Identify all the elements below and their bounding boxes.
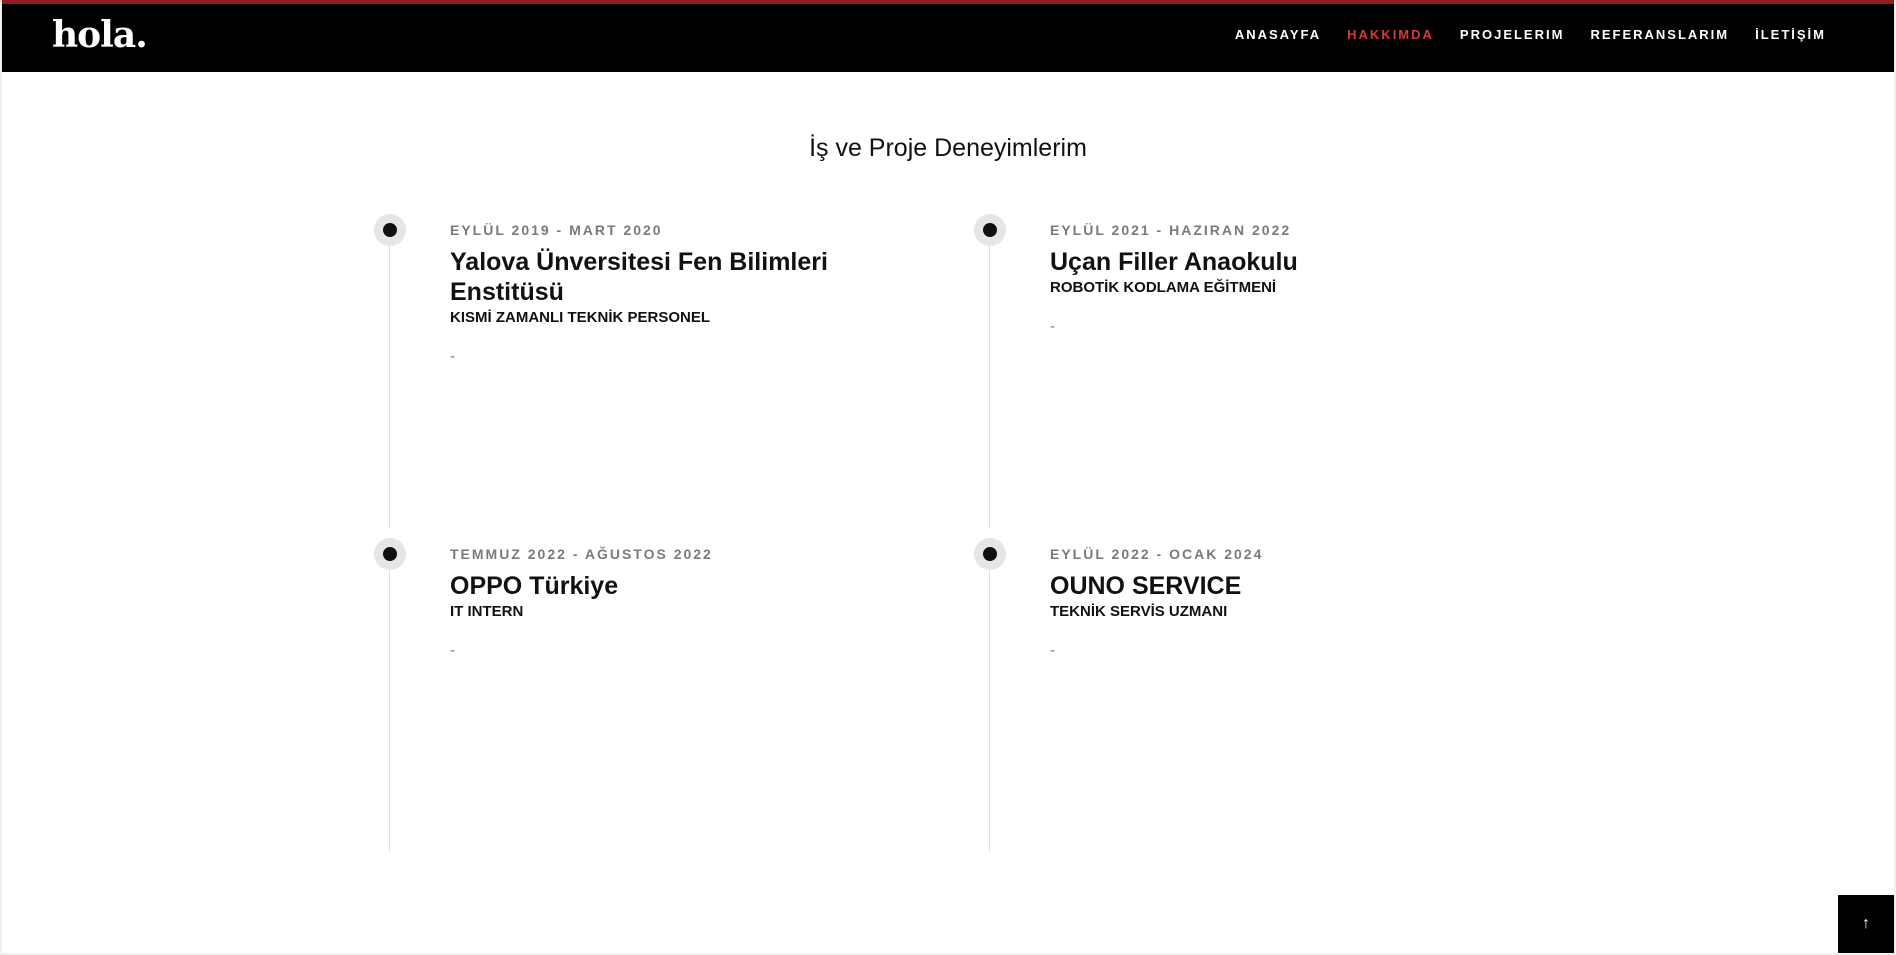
- timeline-date: EYLÜL 2019 - MART 2020: [450, 222, 663, 238]
- timeline-company: Uçan Filler Anaokulu: [1050, 248, 1298, 276]
- scroll-to-top-button[interactable]: ↑: [1838, 895, 1894, 953]
- timeline-role: TEKNİK SERVİS UZMANI: [1050, 603, 1228, 620]
- timeline-role: ROBOTİK KODLAMA EĞİTMENİ: [1050, 279, 1277, 296]
- timeline-date: EYLÜL 2021 - HAZIRAN 2022: [1050, 222, 1292, 238]
- timeline-date: EYLÜL 2022 - OCAK 2024: [1050, 546, 1264, 562]
- site-logo[interactable]: hola.: [52, 14, 148, 56]
- top-navbar: hola. ANASAYFA HAKKIMDA PROJELERIM REFER…: [2, 0, 1894, 72]
- timeline-dot-icon: [974, 538, 1006, 570]
- timeline-dot-icon: [974, 214, 1006, 246]
- timeline-content: EYLÜL 2022 - OCAK 2024 OUNO SERVICE TEKN…: [1050, 546, 1490, 659]
- nav-anasayfa[interactable]: ANASAYFA: [1235, 27, 1321, 42]
- timeline-date: TEMMUZ 2022 - AĞUSTOS 2022: [450, 546, 713, 562]
- timeline-role: KISMİ ZAMANLI TEKNİK PERSONEL: [450, 309, 711, 326]
- timeline-description: -: [1050, 642, 1055, 659]
- timeline-company: OUNO SERVICE: [1050, 572, 1242, 600]
- timeline-description: -: [1050, 318, 1055, 335]
- nav-projelerim[interactable]: PROJELERIM: [1460, 27, 1565, 42]
- timeline-line: [389, 234, 390, 528]
- nav-iletisim[interactable]: İLETİŞİM: [1755, 27, 1826, 42]
- timeline-line: [989, 558, 990, 852]
- nav-referanslarim[interactable]: REFERANSLARIM: [1590, 27, 1729, 42]
- timeline-description: -: [450, 348, 455, 365]
- arrow-up-icon: ↑: [1862, 915, 1870, 932]
- timeline-role: IT INTERN: [450, 603, 524, 620]
- timeline-line: [389, 558, 390, 852]
- timeline-company: OPPO Türkiye: [450, 572, 619, 600]
- section-title: İş ve Proje Deneyimlerim: [809, 134, 1087, 162]
- timeline-description: -: [450, 642, 455, 659]
- timeline-content: TEMMUZ 2022 - AĞUSTOS 2022 OPPO Türkiye …: [450, 546, 890, 659]
- timeline-line: [989, 234, 990, 528]
- main-nav: ANASAYFA HAKKIMDA PROJELERIM REFERANSLAR…: [1235, 27, 1826, 42]
- timeline-dot-icon: [374, 214, 406, 246]
- timeline-content: EYLÜL 2021 - HAZIRAN 2022 Uçan Filler An…: [1050, 222, 1490, 335]
- nav-hakkimda[interactable]: HAKKIMDA: [1347, 27, 1434, 42]
- timeline-company: Yalova Ünversitesi Fen Bilimleri Enstitü…: [450, 248, 828, 306]
- timeline-content: EYLÜL 2019 - MART 2020 Yalova Ünversites…: [450, 222, 890, 365]
- timeline-dot-icon: [374, 538, 406, 570]
